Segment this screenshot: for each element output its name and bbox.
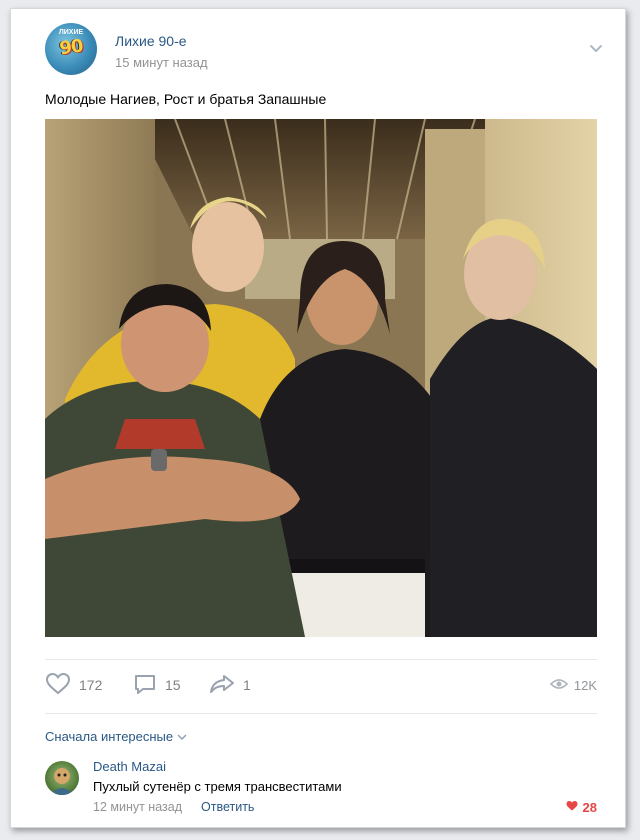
comment-button[interactable]: 15 [133, 671, 181, 699]
views-counter: 12K [549, 671, 597, 699]
chevron-down-icon[interactable] [587, 39, 605, 57]
heart-icon [45, 672, 71, 699]
like-button[interactable]: 172 [45, 671, 102, 699]
share-icon [209, 672, 235, 699]
share-count: 1 [243, 677, 251, 693]
chevron-down-icon [177, 729, 187, 744]
comment-item: Death Mazai Пухлый сутенёр с тремя транс… [45, 757, 597, 821]
group-avatar[interactable]: ЛИХИЕ 90 [45, 23, 97, 75]
post-text: Молодые Нагиев, Рост и братья Запашные [45, 91, 327, 107]
views-count: 12K [573, 677, 597, 693]
reply-button[interactable]: Ответить [201, 800, 254, 814]
sort-label: Сначала интересные [45, 729, 174, 744]
comment-icon [133, 672, 157, 699]
like-count: 172 [79, 677, 103, 693]
comment-author-name[interactable]: Death Mazai [93, 759, 166, 774]
actions-divider-top [45, 659, 597, 660]
comment-count: 15 [165, 677, 181, 693]
actions-divider-bottom [45, 713, 597, 714]
post-time[interactable]: 15 минут назад [115, 55, 208, 70]
comment-text: Пухлый сутенёр с тремя трансвеститами [93, 779, 342, 794]
heart-filled-icon [565, 800, 579, 815]
comment-like-button[interactable]: 28 [565, 800, 597, 815]
avatar-logo: 90 [58, 35, 84, 60]
comment-author-avatar[interactable] [45, 761, 79, 795]
post-card: ЛИХИЕ 90 Лихие 90-е 15 минут назад Молод… [10, 8, 626, 828]
comment-time[interactable]: 12 минут назад [93, 800, 182, 814]
eye-icon [549, 677, 568, 694]
post-photo[interactable] [45, 119, 597, 637]
comments-sort-dropdown[interactable]: Сначала интересные [45, 729, 187, 744]
post-actions: 172 15 1 12K [45, 671, 597, 701]
group-name-link[interactable]: Лихие 90-е [115, 33, 187, 49]
share-button[interactable]: 1 [209, 671, 251, 699]
photo-scene [45, 119, 597, 637]
comment-like-count: 28 [582, 800, 597, 815]
post-header: ЛИХИЕ 90 Лихие 90-е 15 минут назад [45, 23, 605, 79]
